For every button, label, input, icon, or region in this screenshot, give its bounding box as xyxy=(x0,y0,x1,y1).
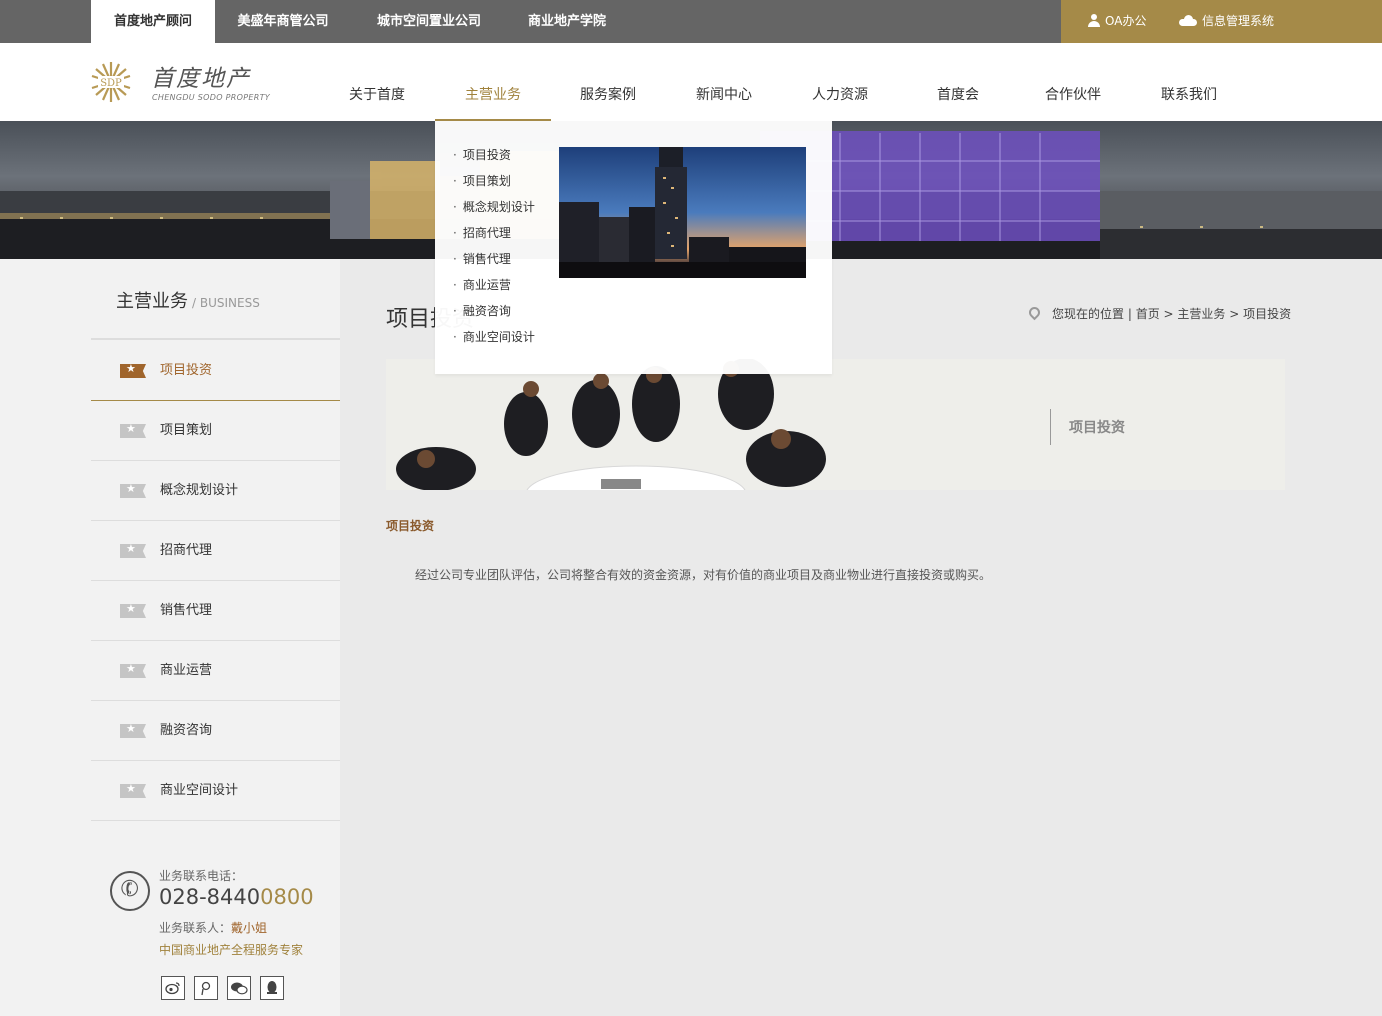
content-heading: 项目投资 xyxy=(386,519,435,533)
company-slogan: 中国商业地产全程服务专家 xyxy=(159,943,304,957)
sidebar-item-label: 概念规划设计 xyxy=(160,483,239,498)
logo-sunburst-icon[interactable]: SDP xyxy=(90,61,132,103)
star-glyph: ★ xyxy=(126,422,136,435)
tencent-weibo-icon[interactable] xyxy=(194,976,218,1000)
oa-label: OA办公 xyxy=(1105,14,1147,28)
dropdown-item-leasing-agency[interactable]: 招商代理 xyxy=(453,224,511,241)
star-tag-icon: ★ xyxy=(120,784,146,798)
phone-suffix: 0800 xyxy=(260,885,314,909)
contact-phone-label: 业务联系电话： xyxy=(159,869,244,883)
svg-text:SDP: SDP xyxy=(100,78,122,89)
nav-cases[interactable]: 服务案例 xyxy=(566,43,650,121)
sidebar-item-label: 商业空间设计 xyxy=(160,783,239,798)
phone-icon: ✆ xyxy=(110,871,150,911)
breadcrumb-prefix: 您现在的位置 | xyxy=(1052,307,1132,321)
top-bar: 首度地产顾问 美盛年商管公司 城市空间置业公司 商业地产学院 OA办公 信息管理… xyxy=(0,0,1382,43)
star-glyph: ★ xyxy=(126,662,136,675)
dropdown-item-commercial-operation[interactable]: 商业运营 xyxy=(453,276,511,293)
nav-business[interactable]: 主营业务 xyxy=(435,43,551,121)
sidebar-item-project-planning[interactable]: ★ 项目策划 xyxy=(91,401,340,461)
top-bar-utility: OA办公 信息管理系统 xyxy=(1061,0,1382,43)
sidebar-item-project-investment[interactable]: ★ 项目投资 xyxy=(91,341,340,401)
sidebar-item-space-design[interactable]: ★ 商业空间设计 xyxy=(91,761,340,821)
star-tag-icon: ★ xyxy=(120,604,146,618)
star-glyph: ★ xyxy=(126,542,136,555)
star-glyph: ★ xyxy=(126,782,136,795)
star-glyph: ★ xyxy=(126,362,136,375)
star-tag-icon: ★ xyxy=(120,544,146,558)
sidebar-item-label: 商业运营 xyxy=(160,663,213,678)
hero-divider xyxy=(1050,409,1051,445)
breadcrumb-current: 项目投资 xyxy=(1243,307,1292,321)
breadcrumb-home[interactable]: 首页 xyxy=(1136,307,1160,321)
business-dropdown-menu: 项目投资 项目策划 概念规划设计 招商代理 销售代理 商业运营 融资咨询 商业空… xyxy=(435,121,832,374)
star-tag-icon: ★ xyxy=(120,424,146,438)
sidebar-item-label: 融资咨询 xyxy=(160,723,213,738)
star-glyph: ★ xyxy=(126,722,136,735)
sidebar-item-label: 招商代理 xyxy=(160,543,213,558)
nav-partners[interactable]: 合作伙伴 xyxy=(1031,43,1115,121)
top-tab-sodo-consultant[interactable]: 首度地产顾问 xyxy=(91,0,215,43)
info-system-label: 信息管理系统 xyxy=(1202,14,1275,28)
nav-hr[interactable]: 人力资源 xyxy=(798,43,882,121)
breadcrumb-separator: > xyxy=(1229,307,1240,321)
contact-person-label: 业务联系人： xyxy=(159,921,232,935)
sidebar-item-commercial-operation[interactable]: ★ 商业运营 xyxy=(91,641,340,701)
weibo-icon[interactable] xyxy=(161,976,185,1000)
sidebar-item-concept-design[interactable]: ★ 概念规划设计 xyxy=(91,461,340,521)
sidebar-item-label: 项目策划 xyxy=(160,423,213,438)
dropdown-item-concept-design[interactable]: 概念规划设计 xyxy=(453,198,535,215)
sidebar-item-label: 销售代理 xyxy=(160,603,213,618)
phone-prefix: 028-8440 xyxy=(159,885,261,909)
sidebar-item-label: 项目投资 xyxy=(160,363,213,378)
section-hero-image: 项目投资 xyxy=(386,359,1285,490)
logo-name[interactable]: 首度地产 xyxy=(151,59,251,93)
top-tab-academy[interactable]: 商业地产学院 xyxy=(510,0,624,43)
sidebar-title-en: / BUSINESS xyxy=(192,296,260,310)
dropdown-item-financing-consulting[interactable]: 融资咨询 xyxy=(453,302,511,319)
sidebar: 主营业务 / BUSINESS ★ 项目投资 ★ 项目策划 ★ 概念规划设计 ★ … xyxy=(0,259,340,1016)
top-tab-meishengnian[interactable]: 美盛年商管公司 xyxy=(218,0,348,43)
nav-club[interactable]: 首度会 xyxy=(922,43,994,121)
breadcrumb-section[interactable]: 主营业务 xyxy=(1177,307,1225,321)
info-system-link[interactable]: 信息管理系统 xyxy=(1179,0,1274,43)
breadcrumb-separator: > xyxy=(1163,307,1174,321)
sidebar-item-leasing-agency[interactable]: ★ 招商代理 xyxy=(91,521,340,581)
sidebar-divider xyxy=(91,338,340,340)
site-header: SDP 首度地产 CHENGDU SODO PROPERTY 关于首度 主营业务… xyxy=(0,43,1382,121)
sidebar-title-cn: 主营业务 xyxy=(116,291,188,312)
dropdown-item-project-investment[interactable]: 项目投资 xyxy=(453,146,511,163)
top-tab-city-space[interactable]: 城市空间置业公司 xyxy=(360,0,498,43)
logo-english-name: CHENGDU SODO PROPERTY xyxy=(152,93,270,102)
dropdown-item-project-planning[interactable]: 项目策划 xyxy=(453,172,511,189)
nav-about[interactable]: 关于首度 xyxy=(335,43,419,121)
user-icon xyxy=(1088,14,1100,27)
contact-person-name: 戴小姐 xyxy=(231,921,268,935)
contact-person: 业务联系人：戴小姐 xyxy=(159,919,267,936)
star-glyph: ★ xyxy=(126,602,136,615)
star-tag-icon: ★ xyxy=(120,484,146,498)
oa-link[interactable]: OA办公 xyxy=(1088,0,1146,43)
qq-icon[interactable] xyxy=(260,976,284,1000)
star-tag-icon: ★ xyxy=(120,364,146,378)
contact-phone-number: 028-84400800 xyxy=(159,885,314,909)
nav-news[interactable]: 新闻中心 xyxy=(682,43,766,121)
nav-contact[interactable]: 联系我们 xyxy=(1147,43,1231,121)
sidebar-item-financing-consulting[interactable]: ★ 融资咨询 xyxy=(91,701,340,761)
star-tag-icon: ★ xyxy=(120,664,146,678)
dropdown-item-sales-agency[interactable]: 销售代理 xyxy=(453,250,511,267)
dropdown-preview-image xyxy=(559,147,806,278)
content-paragraph: 经过公司专业团队评估，公司将整合有效的资金资源，对有价值的商业项目及商业物业进行… xyxy=(415,568,992,582)
hero-label: 项目投资 xyxy=(1069,420,1125,436)
breadcrumb: 您现在的位置 | 首页 > 主营业务 > 项目投资 xyxy=(1026,304,1292,322)
star-glyph: ★ xyxy=(126,482,136,495)
location-pin-icon xyxy=(1026,304,1043,321)
wechat-icon[interactable] xyxy=(227,976,251,1000)
sidebar-title: 主营业务 / BUSINESS xyxy=(116,287,260,313)
cloud-icon xyxy=(1179,15,1197,26)
sidebar-item-sales-agency[interactable]: ★ 销售代理 xyxy=(91,581,340,641)
dropdown-item-space-design[interactable]: 商业空间设计 xyxy=(453,328,535,345)
phone-glyph: ✆ xyxy=(117,874,144,905)
star-tag-icon: ★ xyxy=(120,724,146,738)
